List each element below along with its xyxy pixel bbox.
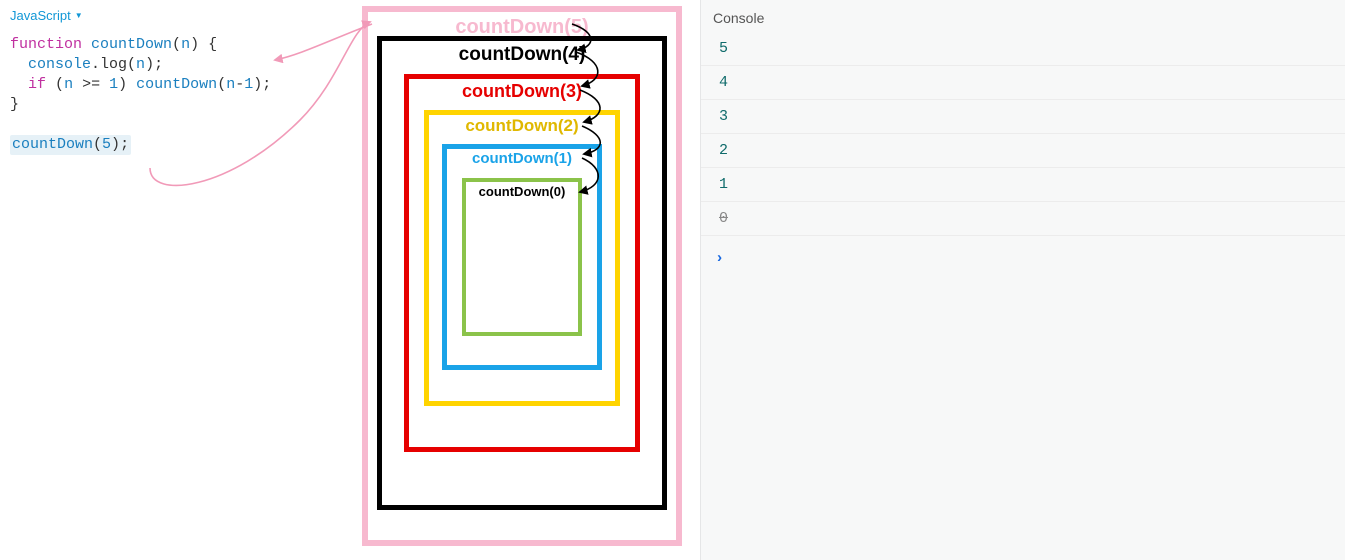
code-editor-pane: JavaScript ▼ function countDown(n) { con…: [0, 0, 380, 155]
frame-0-label: countDown(0): [466, 184, 578, 199]
console-line-struck: 0: [701, 202, 1345, 236]
source-code[interactable]: function countDown(n) { console.log(n); …: [10, 35, 370, 155]
frame-2-label: countDown(2): [429, 116, 615, 136]
language-label: JavaScript: [10, 8, 71, 23]
frame-3-label: countDown(3): [409, 81, 635, 102]
console-line: 2: [701, 134, 1345, 168]
console-line: 5: [701, 32, 1345, 66]
frame-4-label: countDown(4): [382, 44, 662, 66]
chevron-down-icon: ▼: [75, 11, 83, 20]
prompt-chevron-icon: ›: [715, 250, 724, 267]
console-pane: Console 5 4 3 2 1 0 ›: [700, 0, 1345, 560]
console-prompt[interactable]: ›: [701, 236, 1345, 281]
initial-call-highlight: countDown(5);: [10, 135, 131, 155]
recursion-diagram: countDown(5) countDown(4) countDown(3) c…: [362, 6, 682, 546]
language-picker[interactable]: JavaScript ▼: [10, 8, 83, 23]
frame-0: countDown(0): [462, 178, 582, 336]
console-line: 4: [701, 66, 1345, 100]
console-line: 1: [701, 168, 1345, 202]
console-title: Console: [701, 0, 1345, 32]
console-line: 3: [701, 100, 1345, 134]
frame-1-label: countDown(1): [447, 150, 597, 167]
